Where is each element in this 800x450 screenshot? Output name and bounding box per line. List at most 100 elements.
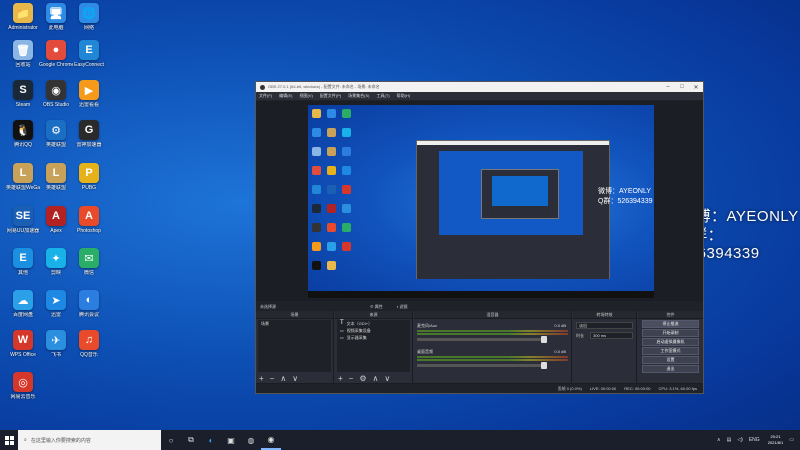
add-icon[interactable]: + <box>259 374 264 383</box>
desktop-icon-label: 网易云音乐 <box>10 394 36 400</box>
control-button[interactable]: 启动虚拟摄像机 <box>642 338 699 346</box>
control-button[interactable]: 开始录制 <box>642 329 699 337</box>
desktop-icon[interactable]: P PUBG <box>72 163 106 191</box>
desktop-icon[interactable]: ▶ 迅雷看看 <box>72 80 106 108</box>
steam-taskbar-icon[interactable]: ◍ <box>241 430 261 450</box>
add-icon[interactable]: + <box>338 374 343 383</box>
remove-icon[interactable]: − <box>349 374 354 383</box>
preview-mini-icon <box>327 109 336 118</box>
control-button[interactable]: 退出 <box>642 365 699 373</box>
transitions-dock-title: 转场特效 <box>573 311 636 319</box>
app-icon: S <box>13 80 33 100</box>
desktop-icon[interactable]: E EasyConnect <box>72 40 106 68</box>
volume-slider[interactable] <box>417 336 548 343</box>
desktop-icon[interactable]: A Photoshop <box>72 206 106 234</box>
desktop-icon[interactable]: E 其他 <box>6 248 40 276</box>
control-button[interactable]: 停止推流 <box>642 320 699 328</box>
desktop-icon[interactable]: L 英雄联盟 <box>39 163 73 191</box>
desktop-icon[interactable]: 🗑 回收站 <box>6 40 40 68</box>
preview-canvas[interactable]: 微博：AYEONLY Q群：526394339 <box>308 105 654 298</box>
task-view-icon[interactable]: ⧉ <box>181 430 201 450</box>
desktop-icon[interactable]: 🐧 腾讯QQ <box>6 120 40 148</box>
menu-item[interactable]: 文件(F) <box>259 93 272 99</box>
notification-icon[interactable]: ▭ <box>789 437 794 443</box>
desktop-icon[interactable]: W WPS Office <box>6 330 40 358</box>
close-icon[interactable]: ✕ <box>689 84 703 91</box>
desktop-icon[interactable]: SE 网易UU加速器 <box>6 206 40 234</box>
move-down-icon[interactable]: ∨ <box>384 374 390 383</box>
desktop-icon[interactable]: G 雷神加速器 <box>72 120 106 148</box>
start-button[interactable] <box>0 430 18 450</box>
volume-icon[interactable]: ◁) <box>737 437 743 443</box>
desktop-icon-label: QQ音乐 <box>80 352 98 358</box>
maximize-icon[interactable]: □ <box>675 84 689 91</box>
filters-button[interactable]: ◑ 滤镜 <box>396 304 408 310</box>
properties-button[interactable]: ⚙ 属性 <box>370 304 383 310</box>
move-up-icon[interactable]: ∧ <box>280 374 286 383</box>
language-indicator[interactable]: ENG <box>749 437 760 443</box>
gear-icon[interactable]: ⚙ <box>359 374 366 383</box>
app-icon: ◉ <box>46 80 66 100</box>
desktop-icon-label: 其他 <box>17 270 28 276</box>
source-item-text[interactable]: T 文本（GDI+） <box>337 320 410 327</box>
obs-title-bar[interactable]: OBS 27.0.1 (64-bit, windows) - 配置文件: 未命名… <box>256 82 703 92</box>
transition-select[interactable]: 淡出 <box>576 322 633 329</box>
desktop-icon[interactable]: ◎ 网易云音乐 <box>6 372 40 400</box>
desktop-icon[interactable]: ● Google Chrome <box>39 40 73 68</box>
desktop-icon[interactable]: 📁 Administrator <box>6 3 40 31</box>
desktop-icon[interactable]: ⚙ 英雄联盟 <box>39 120 73 148</box>
menu-item[interactable]: 配置文件(P) <box>320 93 341 99</box>
scene-item[interactable]: 场景 <box>258 320 331 327</box>
app-icon: ♫ <box>79 330 99 350</box>
volume-slider[interactable] <box>417 362 548 369</box>
menu-item[interactable]: 编辑(E) <box>279 93 292 99</box>
desktop-icon[interactable]: 🌐 网络 <box>72 3 106 31</box>
preview-qq-text: Q群：526394339 <box>598 198 653 205</box>
move-up-icon[interactable]: ∧ <box>373 374 379 383</box>
control-button[interactable]: 工作室模式 <box>642 347 699 355</box>
remove-icon[interactable]: − <box>270 374 275 383</box>
desktop-icon[interactable]: ♫ QQ音乐 <box>72 330 106 358</box>
desktop-icon[interactable]: S Steam <box>6 80 40 108</box>
desktop-icon[interactable]: ✦ 剪映 <box>39 248 73 276</box>
preview-mini-icon <box>312 185 321 194</box>
preview-mini-icon <box>327 128 336 137</box>
obs-taskbar-icon[interactable]: ◉ <box>261 430 281 450</box>
menu-item[interactable]: 视图(V) <box>299 93 312 99</box>
preview-mini-icon <box>312 128 321 137</box>
desktop-icon[interactable]: ➤ 迅雷 <box>39 290 73 318</box>
desktop-icon[interactable]: ◐ 腾讯会议 <box>72 290 106 318</box>
source-item-display-capture[interactable]: ▭ 显示器采集 <box>337 334 410 341</box>
desktop-icon[interactable]: A Apex <box>39 206 73 234</box>
tray-up-icon[interactable]: ∧ <box>717 437 721 443</box>
sources-dock-title: 来源 <box>335 311 412 319</box>
desktop-icon[interactable]: ✉ 微信 <box>72 248 106 276</box>
network-icon[interactable]: ▤ <box>727 437 732 443</box>
desktop-icon-label: 雷神加速器 <box>76 142 102 148</box>
cortana-icon[interactable]: ○ <box>161 430 181 450</box>
taskbar-search[interactable]: ⌕ 在这里输入你要搜索的内容 <box>18 430 161 450</box>
desktop-icon[interactable]: L 英雄联盟WeGame <box>6 163 40 191</box>
clock[interactable]: 20:21 2021/8/1 <box>768 434 784 446</box>
preview-mini-icon <box>342 109 351 118</box>
control-button[interactable]: 设置 <box>642 356 699 364</box>
desktop-icon[interactable]: ✈ 飞书 <box>39 330 73 358</box>
search-placeholder: 在这里输入你要搜索的内容 <box>30 437 91 444</box>
desktop-icon[interactable]: ◉ OBS Studio <box>39 80 73 108</box>
move-down-icon[interactable]: ∨ <box>292 374 298 383</box>
store-icon[interactable]: ▣ <box>221 430 241 450</box>
menu-item[interactable]: 场景集合(S) <box>348 93 369 99</box>
minimize-icon[interactable]: – <box>661 84 675 91</box>
desktop-icon[interactable]: ☁ 百度网盘 <box>6 290 40 318</box>
menu-item[interactable]: 工具(T) <box>376 93 389 99</box>
preview-mini-icon <box>312 204 321 213</box>
desktop-icon-label: OBS Studio <box>42 102 70 108</box>
edge-icon[interactable]: ◐ <box>201 430 221 450</box>
obs-menu-bar: 文件(F) 编辑(E) 视图(V) 配置文件(P) 场景集合(S) 工具(T) 帮助(H) <box>256 92 703 101</box>
source-item-video-capture[interactable]: ▭ 视频采集设备 <box>337 327 410 334</box>
duration-input[interactable]: 300 ms <box>590 332 633 339</box>
app-icon: 🐧 <box>13 120 33 140</box>
desktop-icon[interactable]: 🖥 此电脑 <box>39 3 73 31</box>
menu-item[interactable]: 帮助(H) <box>397 93 411 99</box>
dropped-frames: 丢帧 0 (0.0%) <box>557 385 582 391</box>
